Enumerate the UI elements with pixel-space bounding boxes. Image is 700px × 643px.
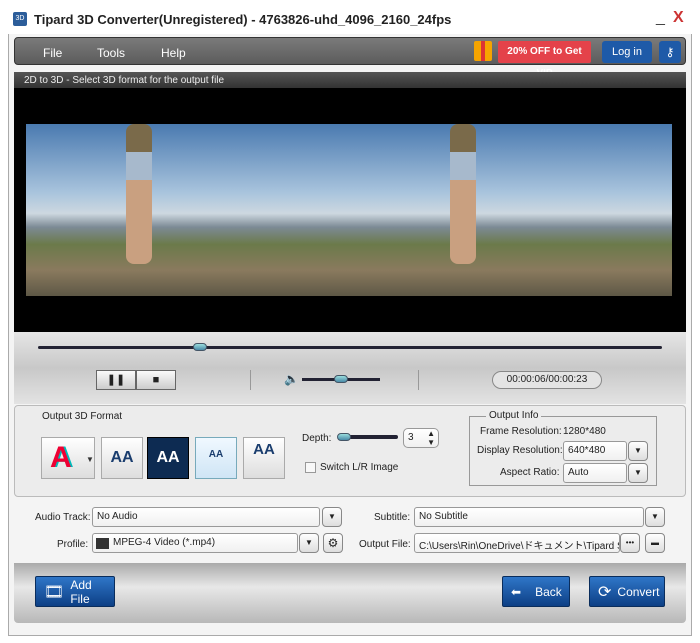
- close-button[interactable]: X: [673, 9, 684, 27]
- aspect-ratio-label: Aspect Ratio:: [500, 467, 560, 478]
- app-icon: 3D: [13, 12, 27, 26]
- profile-label: Profile:: [57, 539, 89, 550]
- audio-track-select[interactable]: No Audio: [92, 507, 320, 527]
- time-display: 00:00:06/00:00:23: [492, 371, 602, 389]
- frame-resolution-label: Frame Resolution:: [480, 426, 562, 437]
- preview-label: 2D to 3D - Select 3D format for the outp…: [14, 72, 686, 88]
- refresh-icon: ⟳: [598, 583, 612, 601]
- window-title: Tipard 3D Converter(Unregistered) - 4763…: [34, 12, 452, 27]
- format-side-by-side-half-button[interactable]: AA: [101, 437, 143, 479]
- output-format-title: Output 3D Format: [42, 411, 123, 422]
- format-side-by-side-full-button[interactable]: AA: [147, 437, 189, 479]
- left-eye-frame: [26, 124, 350, 296]
- audio-track-dropdown[interactable]: ▼: [322, 507, 342, 527]
- output-file-label: Output File:: [359, 539, 411, 550]
- switch-lr-label: Switch L/R Image: [320, 462, 399, 473]
- seek-bar[interactable]: [38, 346, 662, 349]
- add-file-icon: 🎞: [44, 583, 65, 601]
- format-top-bottom-half-button[interactable]: AA: [195, 437, 237, 479]
- stepper-arrows-icon[interactable]: ▲ ▼: [427, 429, 435, 447]
- video-file-icon: [96, 538, 109, 549]
- chevron-down-icon: ▼: [86, 455, 94, 464]
- player-controls: [14, 332, 686, 404]
- display-resolution-select[interactable]: 640*480: [563, 441, 627, 461]
- aspect-ratio-select[interactable]: Auto: [563, 463, 627, 483]
- stop-button[interactable]: ■: [136, 370, 176, 390]
- subtitle-dropdown[interactable]: ▼: [645, 507, 665, 527]
- divider: [418, 370, 419, 390]
- vip-offer-button[interactable]: 20% OFF to Get VIP: [498, 41, 591, 79]
- hiker-figure: [450, 124, 476, 264]
- display-resolution-dropdown[interactable]: ▼: [628, 441, 648, 461]
- output-file-input[interactable]: C:\Users\Rin\OneDrive\ドキュメント\Tipard Stud…: [414, 533, 620, 553]
- browse-button[interactable]: •••: [620, 533, 640, 553]
- format-top-bottom-full-button[interactable]: AA: [243, 437, 285, 479]
- display-resolution-label: Display Resolution:: [477, 445, 563, 456]
- menu-help[interactable]: Help: [161, 46, 186, 60]
- back-button[interactable]: ⬅ Back: [502, 576, 570, 607]
- volume-handle[interactable]: [334, 375, 348, 383]
- pause-button[interactable]: ❚❚: [96, 370, 136, 390]
- volume-icon[interactable]: 🔈: [284, 372, 299, 386]
- add-file-button[interactable]: 🎞 Add File: [35, 576, 115, 607]
- audio-track-label: Audio Track:: [35, 512, 91, 523]
- format-anaglyph-button[interactable]: A ▼: [41, 437, 95, 479]
- depth-handle[interactable]: [337, 433, 351, 441]
- minimize-button[interactable]: _: [656, 9, 665, 27]
- gift-icon[interactable]: [474, 41, 492, 61]
- folder-icon[interactable]: ▬: [645, 533, 665, 553]
- depth-stepper[interactable]: 3 ▲ ▼: [403, 428, 439, 448]
- output-info-title: Output Info: [486, 410, 542, 421]
- seek-handle[interactable]: [193, 343, 208, 351]
- aspect-ratio-dropdown[interactable]: ▼: [628, 463, 648, 483]
- key-icon[interactable]: ⚷: [659, 41, 681, 63]
- hiker-figure: [126, 124, 152, 264]
- profile-dropdown[interactable]: ▼: [299, 533, 319, 553]
- menu-tools[interactable]: Tools: [97, 46, 125, 60]
- login-button[interactable]: Log in: [602, 41, 652, 63]
- arrow-left-icon: ⬅: [511, 584, 522, 599]
- depth-label: Depth:: [302, 433, 332, 444]
- frame-resolution-value: 1280*480: [563, 426, 606, 437]
- switch-lr-checkbox[interactable]: [305, 462, 316, 473]
- convert-button[interactable]: ⟳ Convert: [589, 576, 665, 607]
- menu-file[interactable]: File: [43, 46, 62, 60]
- profile-select[interactable]: MPEG-4 Video (*.mp4): [92, 533, 298, 553]
- subtitle-label: Subtitle:: [374, 512, 411, 523]
- gear-icon[interactable]: ⚙: [323, 533, 343, 553]
- divider: [250, 370, 251, 390]
- right-eye-frame: [350, 124, 672, 296]
- subtitle-select[interactable]: No Subtitle: [414, 507, 644, 527]
